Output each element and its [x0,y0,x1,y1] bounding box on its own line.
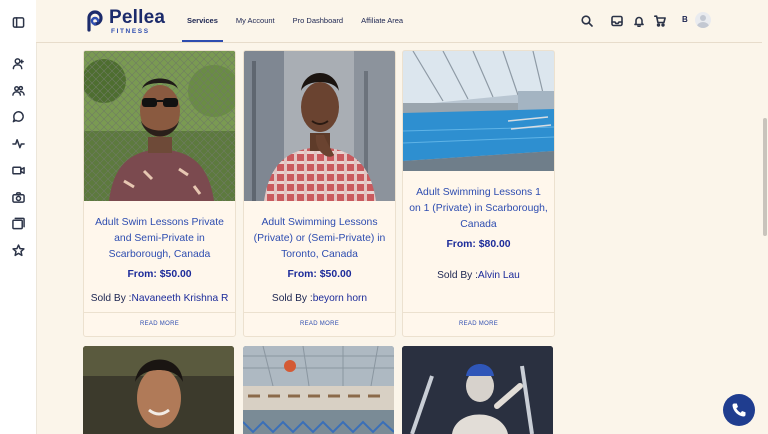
card-seller: Sold By :beyorn horn [244,293,395,304]
call-button[interactable] [723,394,755,426]
bell-icon[interactable] [633,14,646,28]
brand-name: Pellea [109,7,166,28]
read-more-link[interactable]: READ MORE [244,321,395,327]
main-nav: Services My Account Pro Dashboard Affili… [182,0,416,42]
left-sidebar [0,0,37,434]
star-icon[interactable] [11,243,25,257]
page-scrollbar[interactable] [762,0,768,434]
chat-icon[interactable] [11,109,25,123]
nav-pro-dashboard[interactable]: Pro Dashboard [288,0,348,42]
seller-name[interactable]: beyorn horn [313,293,367,304]
card-divider [244,312,395,313]
nav-my-account[interactable]: My Account [231,0,280,42]
activity-icon[interactable] [11,136,25,150]
inbox-icon[interactable] [611,14,624,27]
card-image-pool[interactable] [243,346,394,434]
card-title[interactable]: Adult Swim Lessons Private and Semi-Priv… [90,215,229,263]
avatar[interactable] [695,12,711,28]
brand-logo[interactable]: Pellea FITNESS [84,8,165,35]
card-price: From: $80.00 [446,239,511,250]
card-seller: Sold By :Alvin Lau [403,270,554,281]
card-price: From: $50.00 [287,269,352,280]
card-image-instructor[interactable] [83,346,234,434]
user-icon[interactable] [11,56,25,70]
service-card-preview[interactable] [243,346,394,434]
phone-icon [732,403,746,417]
card-image-instructor[interactable] [84,51,235,201]
service-card-preview[interactable] [402,346,553,434]
scrollbar-thumb[interactable] [763,118,767,236]
card-image-swimmer[interactable] [402,346,553,434]
camera-icon[interactable] [11,190,25,204]
cart-icon[interactable] [654,14,667,27]
service-card-preview[interactable] [83,346,234,434]
card-divider [84,312,235,313]
brand-subtitle: FITNESS [111,28,150,35]
card-title[interactable]: Adult Swimming Lessons 1 on 1 (Private) … [409,185,548,233]
logo-mark-icon [87,10,103,32]
card-price: From: $50.00 [127,269,192,280]
top-header: Pellea FITNESS Services My Account Pro D… [36,0,762,43]
card-image-instructor[interactable] [244,51,395,201]
video-icon[interactable] [11,163,25,177]
search-icon[interactable] [581,14,594,27]
group-icon[interactable] [11,83,25,97]
card-image-pool[interactable] [403,51,554,171]
seller-name[interactable]: Navaneeth Krishna R [131,293,228,304]
read-more-link[interactable]: READ MORE [84,321,235,327]
seller-prefix: Sold By : [90,293,132,304]
seller-prefix: Sold By : [271,293,313,304]
read-more-link[interactable]: READ MORE [403,321,554,327]
card-seller: Sold By :Navaneeth Krishna R [84,293,235,304]
seller-name[interactable]: Alvin Lau [478,270,520,281]
card-title[interactable]: Adult Swimming Lessons (Private) or (Sem… [250,215,389,263]
nav-affiliate-area[interactable]: Affiliate Area [356,0,408,42]
service-card[interactable]: Adult Swimming Lessons 1 on 1 (Private) … [402,50,555,337]
user-initial[interactable]: B [682,15,688,24]
seller-prefix: Sold By : [437,270,478,281]
nav-services[interactable]: Services [182,0,223,42]
service-card[interactable]: Adult Swim Lessons Private and Semi-Priv… [83,50,236,337]
card-divider [403,312,554,313]
panel-toggle-icon[interactable] [11,15,25,29]
service-card[interactable]: Adult Swimming Lessons (Private) or (Sem… [243,50,396,337]
gallery-icon[interactable] [11,216,25,230]
